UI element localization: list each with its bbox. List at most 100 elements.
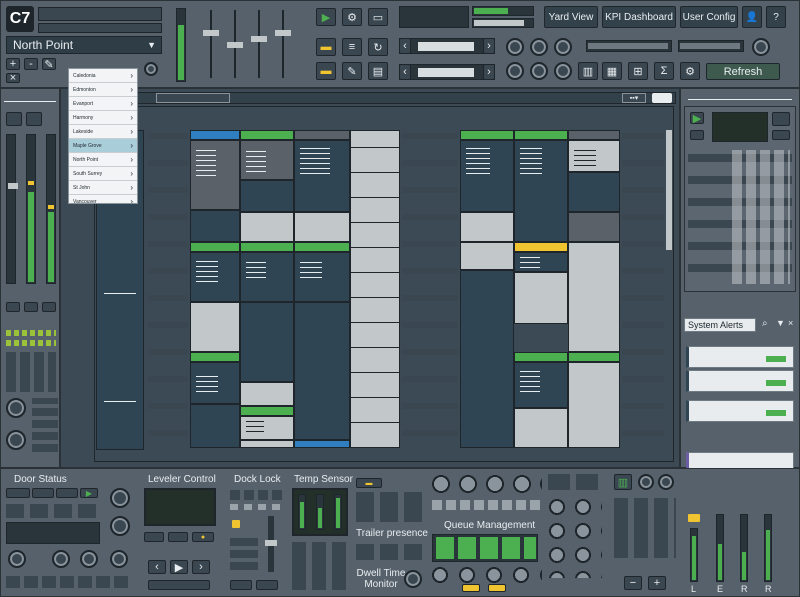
sidebar-toggle-1[interactable] [6,302,20,312]
slot-column-3[interactable] [622,130,664,450]
user-config-button[interactable]: User Config [680,6,738,28]
slot-column-2[interactable] [402,130,458,450]
dock-cell[interactable] [568,242,620,352]
leveler-btn[interactable] [144,532,164,542]
dock-cell[interactable] [240,382,294,406]
button-grid-left-2[interactable] [32,398,58,452]
queue-knobs[interactable] [432,474,542,494]
minus-button[interactable]: − [624,576,642,590]
grid-settings[interactable] [652,93,672,103]
trailer-buttons[interactable] [356,492,426,522]
dock-lock-slider[interactable] [265,516,277,572]
sidebar-btn-2[interactable] [26,112,42,126]
scope-stop-button[interactable] [690,130,704,140]
trailer-buttons-2[interactable] [356,544,426,560]
queue-tag[interactable] [488,584,506,592]
kpi-dashboard-button[interactable]: KPI Dashboard [602,6,676,28]
dock-cell[interactable] [240,302,294,382]
dock-cell[interactable] [568,362,620,448]
dock-cell[interactable] [190,210,240,242]
filter-field[interactable] [38,23,162,33]
edit-button[interactable]: ✎ [42,58,56,71]
leveler-btn-bottom[interactable] [148,580,210,590]
dock-lock-btn-2[interactable] [256,580,278,590]
door-knob-6[interactable] [110,550,128,568]
knob-br-2[interactable] [658,474,674,490]
search-icon[interactable]: ⌕ [762,318,768,329]
yard-view-button[interactable]: Yard View [544,6,598,28]
scope-side-btn[interactable] [772,112,790,126]
knob-left-2[interactable] [6,430,26,450]
button-grid-br[interactable] [614,498,676,558]
dock-cell[interactable] [460,212,514,242]
plus-button[interactable]: + [648,576,666,590]
dock-cell[interactable] [240,180,294,212]
chart-icon[interactable]: ▥ [614,474,632,490]
pen-icon[interactable]: ✎ [342,62,362,80]
location-dropdown[interactable]: Caledonia › Edmonton › Evanport › Harmony › Lake… [68,68,138,204]
trailer-btn-yellow[interactable]: ▬ [356,478,382,488]
knob-br-1[interactable] [638,474,654,490]
cycle-icon[interactable]: ↻ [368,38,388,56]
knob-3[interactable] [554,38,572,56]
grid-filter-dropdown[interactable] [156,93,230,103]
location-option[interactable]: St John › [69,181,137,195]
door-btn[interactable] [6,488,30,498]
fader-group-top[interactable] [198,10,298,80]
scope-play-icon[interactable]: ▶ [690,112,704,125]
door-btn[interactable] [32,488,54,498]
location-option[interactable]: Edmonton › [69,83,137,97]
dock-cell[interactable] [568,172,620,212]
door-btn[interactable] [56,488,78,498]
door-knob-5[interactable] [80,550,98,568]
location-option[interactable]: Evanport › [69,97,137,111]
location-option[interactable]: Maple Grove › [69,139,137,153]
temp-buttons[interactable] [292,542,348,590]
settings-icon[interactable]: ⚙ [680,62,700,80]
door-knob-4[interactable] [52,550,70,568]
sidebar-toggle-2[interactable] [24,302,38,312]
help-button[interactable]: ? [766,6,786,28]
sidebar-toggle-3[interactable] [42,302,56,312]
dock-cell[interactable] [514,272,568,324]
flag-icon[interactable]: ▬ [316,62,336,80]
chart-icon[interactable]: ▥ [578,62,598,80]
battery-icon[interactable]: ▭ [368,8,388,26]
next-button-2[interactable]: › [483,64,495,80]
scope-side-btn-2[interactable] [772,130,790,140]
location-option[interactable]: Lakeside › [69,125,137,139]
knob-7[interactable] [752,38,770,56]
play-icon[interactable]: ▶ [316,8,336,26]
sigma-icon[interactable]: Σ [654,62,674,80]
queue-tag[interactable] [462,584,480,592]
filter-icon[interactable]: ▼ [776,318,785,328]
button-grid-left[interactable] [6,352,56,392]
next-button[interactable]: › [483,38,495,54]
location-option[interactable]: South Surrey › [69,167,137,181]
window-icon[interactable]: ▦ [602,62,622,80]
refresh-icon[interactable] [144,62,158,76]
knob-1[interactable] [506,38,524,56]
prev-button[interactable]: ‹ [399,38,411,54]
dock-cell[interactable] [190,302,240,352]
knob-grid[interactable] [548,498,602,578]
location-select[interactable]: North Point ▼ [6,36,162,54]
chart-buttons[interactable] [548,474,602,490]
search-field[interactable] [38,7,162,21]
doc-icon[interactable]: ▤ [368,62,388,80]
close-icon[interactable]: × [788,318,793,328]
dock-cell[interactable] [514,408,568,448]
queue-knobs-2[interactable] [432,566,542,584]
leveler-btn[interactable] [168,532,188,542]
dock-cell[interactable] [568,212,620,242]
knob-4[interactable] [506,62,524,80]
sidebar-btn-1[interactable] [6,112,22,126]
knob-6[interactable] [554,62,572,80]
location-option[interactable]: Vancouver › [69,195,137,203]
dock-lock-btn[interactable] [230,580,252,590]
prev-button-2[interactable]: ‹ [399,64,411,80]
user-icon[interactable]: 👤 [742,6,762,28]
dock-column-light[interactable] [350,130,400,448]
leveler-btn-active[interactable]: ● [192,532,214,542]
queue-grid-cells[interactable] [436,537,536,559]
